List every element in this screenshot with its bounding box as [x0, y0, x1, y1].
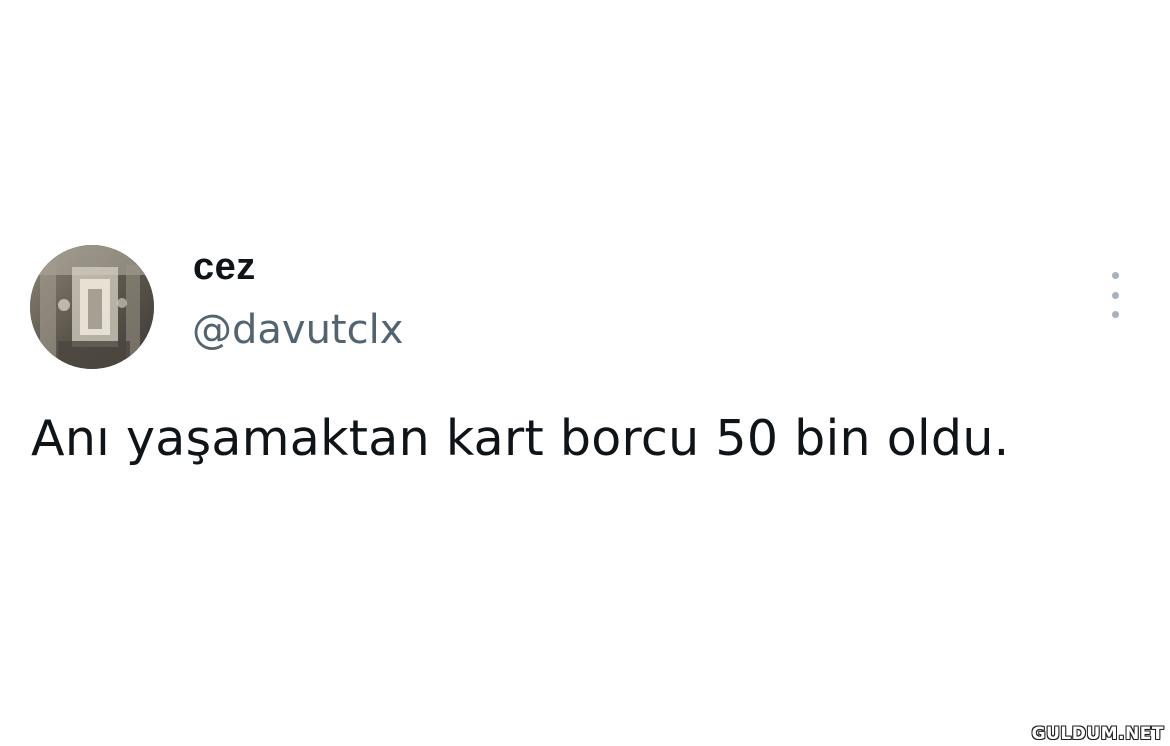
avatar[interactable] — [30, 245, 154, 369]
user-handle[interactable]: @davutclx — [192, 307, 403, 353]
more-vertical-icon — [1111, 272, 1119, 279]
tweet-card: cez @davutclx Anı yaşamaktan kart borcu … — [0, 0, 1170, 746]
more-vertical-icon — [1111, 311, 1119, 318]
more-options-button[interactable] — [1103, 272, 1127, 318]
profile-photo-icon — [30, 245, 154, 369]
watermark-logo: GULDUM.NET — [1031, 724, 1164, 744]
tweet-text: Anı yaşamaktan kart borcu 50 bin oldu. — [31, 410, 1010, 467]
more-vertical-icon — [1111, 291, 1119, 299]
display-name[interactable]: cez — [193, 246, 256, 289]
screenshot-canvas: cez @davutclx Anı yaşamaktan kart borcu … — [0, 0, 1170, 746]
